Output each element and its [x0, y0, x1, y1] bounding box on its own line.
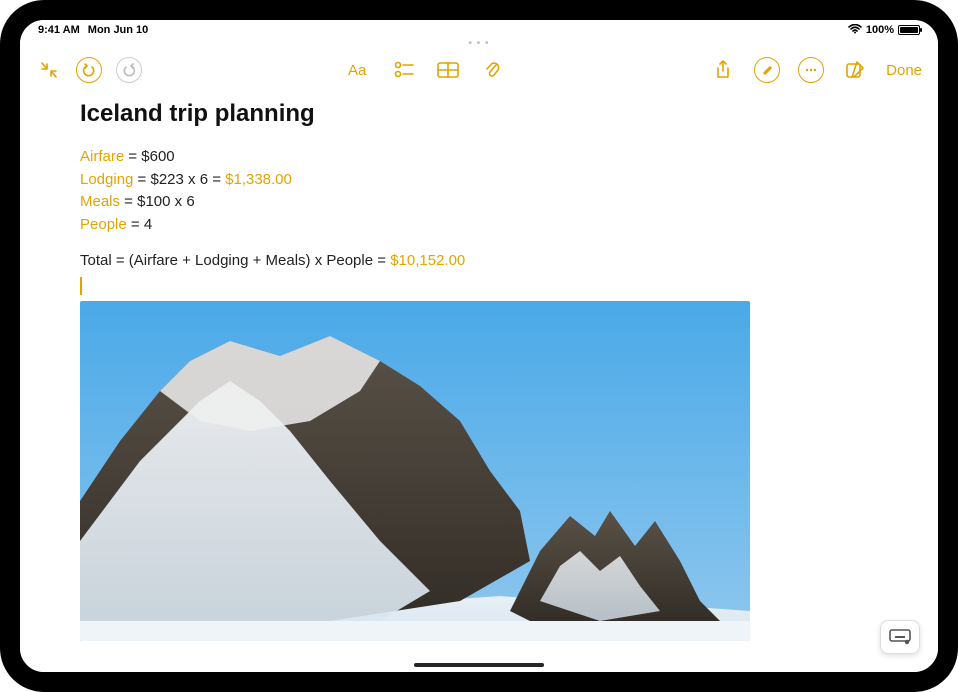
multitask-dots[interactable]: • • • — [20, 38, 938, 48]
note-title[interactable]: Iceland trip planning — [80, 100, 878, 128]
variable: Lodging — [80, 171, 133, 188]
variable: Airfare — [80, 148, 124, 165]
compose-button[interactable] — [842, 57, 868, 83]
share-button[interactable] — [710, 57, 736, 83]
battery-percent: 100% — [866, 24, 894, 36]
ipad-frame: 9:41 AM Mon Jun 10 100% • • • — [0, 0, 958, 692]
note-line[interactable]: People = 4 — [80, 214, 878, 237]
note-line[interactable]: Meals = $100 x 6 — [80, 191, 878, 214]
keyboard-toggle-button[interactable] — [880, 620, 920, 654]
home-indicator[interactable] — [414, 663, 544, 667]
svg-text:Aa: Aa — [348, 62, 367, 79]
done-button[interactable]: Done — [886, 62, 922, 79]
note-line[interactable]: Total = (Airfare + Lodging + Meals) x Pe… — [80, 250, 878, 273]
attached-photo[interactable] — [80, 301, 750, 641]
text: = 4 — [127, 216, 152, 233]
more-button[interactable] — [798, 57, 824, 83]
status-date: Mon Jun 10 — [88, 24, 149, 36]
attachment-button[interactable] — [479, 57, 505, 83]
text: Total = (Airfare + Lodging + Meals) x Pe… — [80, 252, 390, 269]
text-cursor — [80, 277, 82, 295]
text: = $100 x 6 — [120, 193, 195, 210]
variable: People — [80, 216, 127, 233]
collapse-icon[interactable] — [36, 57, 62, 83]
variable: Meals — [80, 193, 120, 210]
format-group: Aa — [347, 57, 505, 83]
note-line[interactable]: Airfare = $600 — [80, 146, 878, 169]
status-time: 9:41 AM — [38, 24, 80, 36]
note-body[interactable]: Iceland trip planning Airfare = $600 Lod… — [20, 92, 938, 672]
battery-icon — [898, 25, 920, 35]
note-line[interactable]: Lodging = $223 x 6 = $1,338.00 — [80, 169, 878, 192]
math-result: $10,152.00 — [390, 252, 465, 269]
status-bar: 9:41 AM Mon Jun 10 100% — [20, 20, 938, 40]
text: = $223 x 6 = — [133, 171, 225, 188]
wifi-icon — [848, 24, 862, 37]
screen: 9:41 AM Mon Jun 10 100% • • • — [20, 20, 938, 672]
text: = $600 — [124, 148, 174, 165]
redo-button[interactable] — [116, 57, 142, 83]
action-group: Done — [710, 57, 922, 83]
markup-button[interactable] — [754, 57, 780, 83]
toolbar: Aa — [20, 48, 938, 92]
text-format-button[interactable]: Aa — [347, 57, 373, 83]
table-button[interactable] — [435, 57, 461, 83]
undo-button[interactable] — [76, 57, 102, 83]
math-result: $1,338.00 — [225, 171, 292, 188]
checklist-button[interactable] — [391, 57, 417, 83]
